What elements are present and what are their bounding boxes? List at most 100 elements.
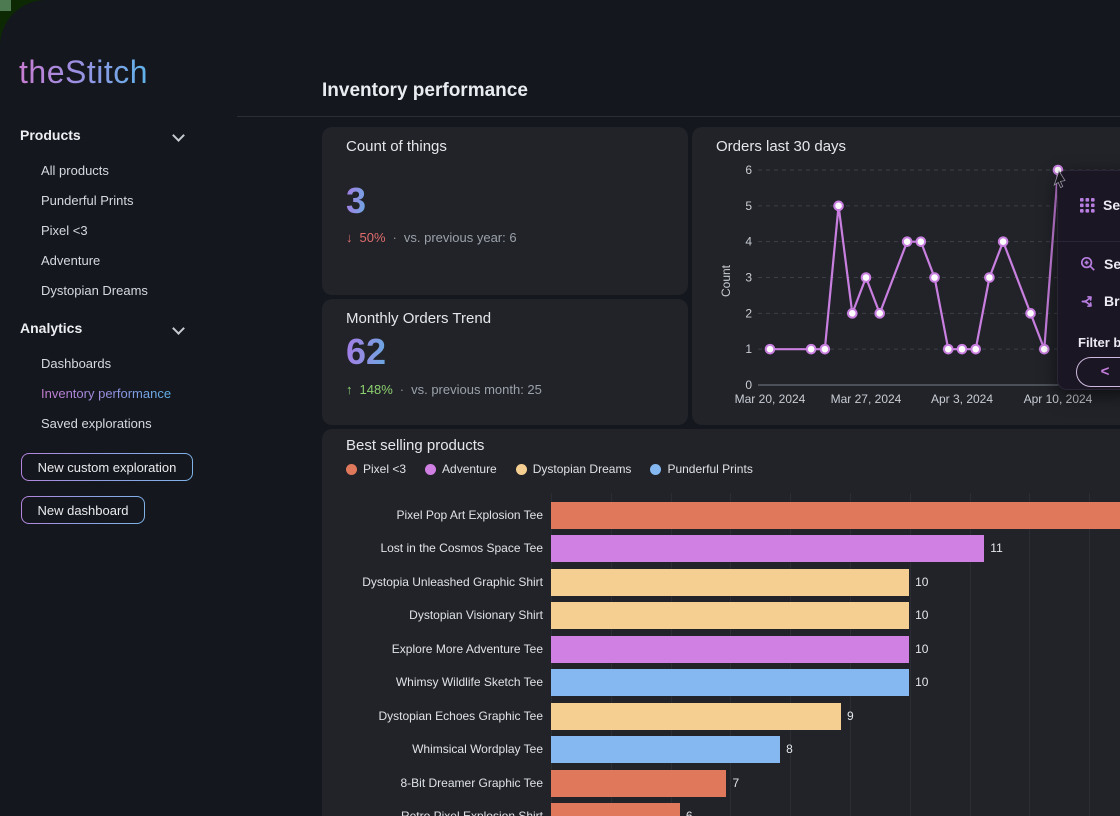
- data-point[interactable]: [875, 309, 884, 318]
- app-logo[interactable]: theStitch: [19, 54, 148, 91]
- bar-4[interactable]: [551, 602, 909, 629]
- best-selling-bar-chart: Pixel Pop Art Explosion TeeLost in the C…: [322, 429, 1120, 816]
- card-title: Count of things: [346, 138, 447, 155]
- new-dashboard-button[interactable]: New dashboard: [21, 496, 145, 524]
- data-point[interactable]: [834, 202, 843, 211]
- arrow-down-icon: ↓: [346, 230, 353, 245]
- sidebar-item-dystopian-dreams[interactable]: Dystopian Dreams: [41, 283, 148, 298]
- bar-value-label: 10: [915, 569, 928, 596]
- arrow-up-icon: ↑: [346, 382, 353, 397]
- y-tick-label: 0: [745, 378, 752, 392]
- monthly-orders-trend-card: Monthly Orders Trend 62 ↑ 148% · vs. pre…: [322, 299, 688, 425]
- data-point[interactable]: [848, 309, 857, 318]
- panel-item-branch[interactable]: Br: [1080, 293, 1120, 309]
- filter-by-label: Filter by: [1078, 335, 1120, 350]
- bar-value-label: 10: [915, 636, 928, 663]
- data-point[interactable]: [958, 345, 967, 354]
- data-point[interactable]: [821, 345, 830, 354]
- data-point[interactable]: [985, 273, 994, 282]
- bar-value-label: 9: [847, 703, 854, 730]
- bar-category-label: Dystopian Visionary Shirt: [322, 602, 543, 629]
- sidebar-item-all-products[interactable]: All products: [41, 163, 109, 178]
- data-point[interactable]: [930, 273, 939, 282]
- bar-category-label: Whimsical Wordplay Tee: [322, 736, 543, 763]
- data-point[interactable]: [1026, 309, 1035, 318]
- panel-item-label: Br: [1104, 293, 1120, 309]
- zoom-in-icon: [1080, 256, 1096, 272]
- data-point[interactable]: [903, 237, 912, 246]
- sidebar-item-dashboards[interactable]: Dashboards: [41, 356, 111, 371]
- chart-title: Orders last 30 days: [716, 138, 846, 155]
- new-custom-exploration-button[interactable]: New custom exploration: [21, 453, 193, 481]
- sidebar-item-saved-explorations[interactable]: Saved explorations: [41, 416, 152, 431]
- bar-category-label: Dystopia Unleashed Graphic Shirt: [322, 569, 543, 596]
- bar-category-label: Pixel Pop Art Explosion Tee: [322, 502, 543, 529]
- data-point[interactable]: [971, 345, 980, 354]
- y-tick-label: 3: [745, 271, 752, 285]
- y-tick-label: 5: [745, 199, 752, 213]
- delta-percent: 148%: [360, 382, 393, 397]
- bar-value-label: 10: [915, 669, 928, 696]
- data-point[interactable]: [766, 345, 775, 354]
- mouse-cursor: [1051, 170, 1071, 192]
- bar-value-label: 10: [915, 602, 928, 629]
- bar-category-label: Whimsy Wildlife Sketch Tee: [322, 669, 543, 696]
- sidebar-section-products[interactable]: Products: [20, 127, 190, 143]
- bar-category-label: Dystopian Echoes Graphic Tee: [322, 703, 543, 730]
- bar-category-label: 8-Bit Dreamer Graphic Tee: [322, 770, 543, 797]
- window-corner-backdrop: [0, 0, 11, 11]
- sidebar-item-inventory-performance[interactable]: Inventory performance: [41, 386, 171, 401]
- bar-7[interactable]: [551, 703, 841, 730]
- collapse-panel-button[interactable]: <: [1076, 357, 1120, 387]
- comparison-text: vs. previous year: 6: [404, 230, 517, 245]
- bar-value-label: 8: [786, 736, 793, 763]
- x-tick-label: Apr 3, 2024: [931, 392, 993, 406]
- y-tick-label: 1: [745, 342, 752, 356]
- comparison-text: vs. previous month: 25: [411, 382, 542, 397]
- dot-separator: ·: [400, 382, 404, 397]
- sidebar-item-adventure[interactable]: Adventure: [41, 253, 100, 268]
- chart-tools-panel: Se Se Br Filter by <: [1057, 170, 1120, 390]
- chevron-left-icon: <: [1101, 363, 1110, 380]
- line-series: [770, 170, 1058, 349]
- data-point[interactable]: [917, 237, 926, 246]
- bar-9[interactable]: [551, 770, 726, 797]
- dot-separator: ·: [393, 230, 397, 245]
- best-selling-products-card: Best selling products Pixel <3AdventureD…: [322, 429, 1120, 816]
- data-point[interactable]: [999, 237, 1008, 246]
- bar-value-label: 6: [686, 803, 693, 816]
- stat-value: 62: [346, 331, 386, 373]
- bar-1[interactable]: [551, 502, 1120, 529]
- panel-item-label: Se: [1103, 197, 1120, 213]
- gridline: [1089, 493, 1090, 816]
- data-point[interactable]: [944, 345, 953, 354]
- y-tick-label: 4: [745, 235, 752, 249]
- y-axis-label: Count: [719, 264, 733, 297]
- panel-item-zoom-in[interactable]: Se: [1080, 256, 1120, 272]
- header-divider: [237, 116, 1120, 117]
- page-title: Inventory performance: [322, 80, 528, 102]
- sidebar-item-pixel-3[interactable]: Pixel <3: [41, 223, 88, 238]
- bar-category-label: Explore More Adventure Tee: [322, 636, 543, 663]
- data-point[interactable]: [807, 345, 816, 354]
- data-point[interactable]: [862, 273, 871, 282]
- bar-value-label: 11: [990, 535, 1002, 562]
- bar-8[interactable]: [551, 736, 780, 763]
- bar-5[interactable]: [551, 636, 909, 663]
- bar-2[interactable]: [551, 535, 984, 562]
- stat-value: 3: [346, 180, 366, 222]
- card-title: Monthly Orders Trend: [346, 310, 491, 327]
- app-window: theStitch Products All products Punderful…: [0, 0, 1120, 816]
- x-tick-label: Mar 27, 2024: [831, 392, 902, 406]
- bar-3[interactable]: [551, 569, 909, 596]
- panel-item-label: Se: [1104, 256, 1120, 272]
- bar-10[interactable]: [551, 803, 680, 816]
- bar-value-label: 7: [732, 770, 739, 797]
- sidebar-section-analytics[interactable]: Analytics: [20, 320, 190, 336]
- x-tick-label: Apr 10, 2024: [1024, 392, 1093, 406]
- data-point[interactable]: [1040, 345, 1049, 354]
- sidebar-item-punderful-prints[interactable]: Punderful Prints: [41, 193, 134, 208]
- panel-item-grid[interactable]: Se: [1080, 197, 1120, 213]
- bar-6[interactable]: [551, 669, 909, 696]
- y-tick-label: 2: [745, 306, 752, 320]
